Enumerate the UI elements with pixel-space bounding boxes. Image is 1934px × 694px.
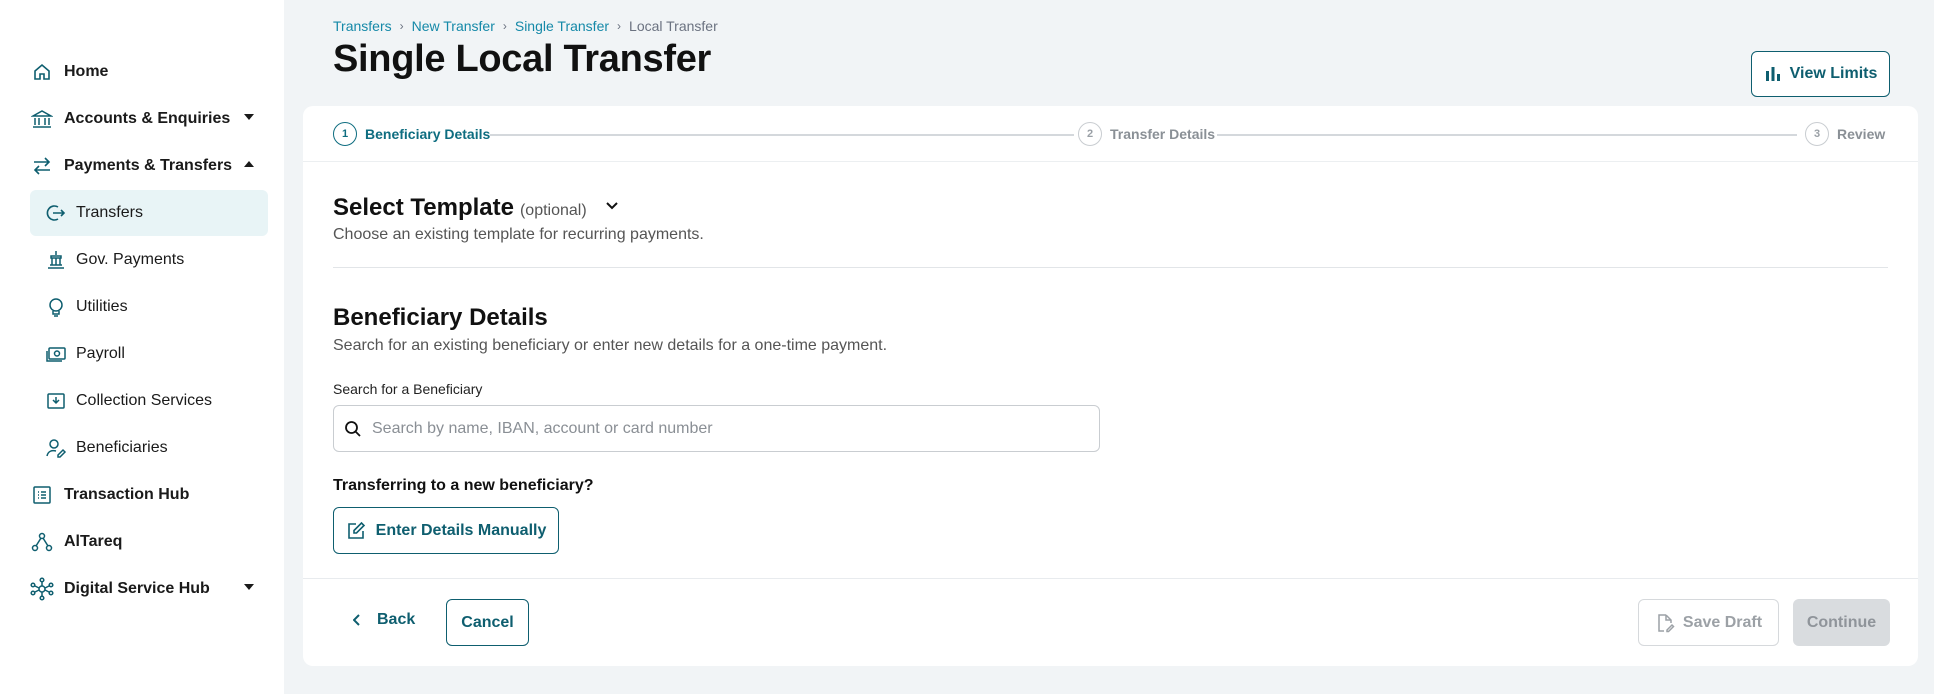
sidebar-item-label: Payments & Transfers: [64, 157, 233, 174]
chevron-down-icon[interactable]: [244, 114, 254, 120]
breadcrumb-separator-icon: ›: [617, 19, 622, 33]
transfer-arrows-icon: [30, 154, 54, 178]
sidebar-item-beneficiaries[interactable]: Beneficiaries: [30, 425, 268, 471]
breadcrumb-current: Local Transfer: [629, 18, 718, 34]
step-number: 1: [333, 122, 357, 146]
cash-icon: [44, 342, 68, 366]
edit-icon: [346, 521, 366, 541]
chevron-up-icon[interactable]: [244, 161, 254, 167]
enter-details-manually-label: Enter Details Manually: [375, 521, 547, 539]
sidebar-item-digital-service-hub[interactable]: Digital Service Hub: [30, 566, 268, 612]
home-icon: [30, 60, 54, 84]
sidebar-item-altareq[interactable]: AlTareq: [30, 519, 268, 565]
step-number: 2: [1078, 122, 1102, 146]
save-draft-button[interactable]: Save Draft: [1638, 599, 1779, 646]
chevron-down-icon[interactable]: [605, 190, 619, 218]
cancel-label: Cancel: [461, 613, 514, 631]
save-draft-icon: [1655, 613, 1675, 633]
sidebar-item-transfers[interactable]: Transfers: [30, 190, 268, 236]
page-title: Single Local Transfer: [333, 38, 712, 80]
step-connector: [490, 134, 1074, 136]
step-connector: [1217, 134, 1797, 136]
bank-icon: [30, 107, 54, 131]
search-beneficiary-label: Search for a Beneficiary: [333, 381, 483, 397]
sidebar-item-label: Beneficiaries: [76, 439, 168, 456]
sidebar-item-gov-payments[interactable]: Gov. Payments: [30, 237, 268, 283]
select-template-subtitle: Choose an existing template for recurrin…: [333, 226, 704, 243]
breadcrumb-separator-icon: ›: [502, 19, 507, 33]
breadcrumb: Transfers › New Transfer › Single Transf…: [333, 18, 718, 34]
select-template-title: Select Template: [333, 194, 514, 221]
list-icon: [30, 483, 54, 507]
sidebar-item-label: Payroll: [76, 345, 125, 362]
enter-details-manually-button[interactable]: Enter Details Manually: [333, 507, 559, 554]
search-beneficiary-input[interactable]: [372, 419, 1072, 438]
footer-divider: [303, 578, 1918, 579]
stepper: 1 Beneficiary Details 2 Transfer Details…: [303, 106, 1918, 162]
breadcrumb-link-new-transfer[interactable]: New Transfer: [412, 18, 495, 34]
view-limits-button[interactable]: View Limits: [1751, 51, 1890, 97]
cancel-button[interactable]: Cancel: [446, 599, 529, 646]
sidebar-item-label: Utilities: [76, 298, 128, 315]
section-divider: [333, 267, 1888, 268]
transfer-circle-icon: [44, 201, 68, 225]
sidebar-item-label: Digital Service Hub: [64, 580, 210, 597]
chevron-left-icon: [353, 614, 361, 626]
beneficiary-details-subtitle: Search for an existing beneficiary or en…: [333, 337, 888, 354]
chevron-down-icon[interactable]: [244, 584, 254, 590]
sidebar-item-label: Transaction Hub: [64, 486, 190, 503]
sidebar-item-payments[interactable]: Payments & Transfers: [30, 143, 268, 189]
sidebar-item-label: Home: [64, 63, 109, 80]
transfer-form-card: 1 Beneficiary Details 2 Transfer Details…: [303, 106, 1918, 666]
save-draft-label: Save Draft: [1682, 613, 1763, 631]
sidebar-item-label: Collection Services: [76, 392, 213, 409]
sidebar-item-transaction-hub[interactable]: Transaction Hub: [30, 472, 268, 518]
beneficiary-icon: [44, 436, 68, 460]
sidebar: Home Accounts & Enquiries Payments & Tra…: [0, 0, 284, 694]
sidebar-item-label: Accounts & Enquiries: [64, 110, 231, 127]
view-limits-label: View Limits: [1789, 65, 1878, 82]
step-review[interactable]: 3 Review: [1805, 122, 1885, 146]
sidebar-item-label: Transfers: [76, 204, 143, 221]
breadcrumb-separator-icon: ›: [399, 19, 404, 33]
step-number: 3: [1805, 122, 1829, 146]
continue-button[interactable]: Continue: [1793, 599, 1890, 646]
sidebar-item-label: AlTareq: [64, 533, 123, 550]
search-icon: [344, 420, 362, 438]
back-label: Back: [377, 611, 416, 628]
sidebar-item-home[interactable]: Home: [30, 49, 268, 95]
bar-chart-icon: [1764, 65, 1782, 83]
sidebar-item-accounts[interactable]: Accounts & Enquiries: [30, 96, 268, 142]
step-transfer-details[interactable]: 2 Transfer Details: [1078, 122, 1215, 146]
sidebar-item-collection-services[interactable]: Collection Services: [30, 378, 268, 424]
sidebar-item-payroll[interactable]: Payroll: [30, 331, 268, 377]
optional-label: (optional): [519, 202, 587, 219]
sidebar-item-label: Gov. Payments: [76, 251, 185, 268]
breadcrumb-link-single-transfer[interactable]: Single Transfer: [515, 18, 609, 34]
hub-icon: [30, 577, 54, 601]
network-icon: [30, 530, 54, 554]
search-beneficiary-field[interactable]: [333, 405, 1100, 452]
back-button[interactable]: Back: [353, 611, 415, 629]
lightbulb-icon: [44, 295, 68, 319]
new-beneficiary-question: Transferring to a new beneficiary?: [333, 477, 594, 494]
beneficiary-details-title: Beneficiary Details: [333, 304, 548, 331]
breadcrumb-link-transfers[interactable]: Transfers: [333, 18, 392, 34]
collection-icon: [44, 389, 68, 413]
step-label: Transfer Details: [1110, 126, 1216, 142]
step-beneficiary-details[interactable]: 1 Beneficiary Details: [333, 122, 490, 146]
continue-label: Continue: [1806, 613, 1877, 631]
sidebar-item-utilities[interactable]: Utilities: [30, 284, 268, 330]
step-label: Beneficiary Details: [365, 126, 491, 142]
government-icon: [44, 248, 68, 272]
step-label: Review: [1837, 126, 1886, 142]
select-template-header[interactable]: Select Template (optional): [333, 194, 619, 222]
